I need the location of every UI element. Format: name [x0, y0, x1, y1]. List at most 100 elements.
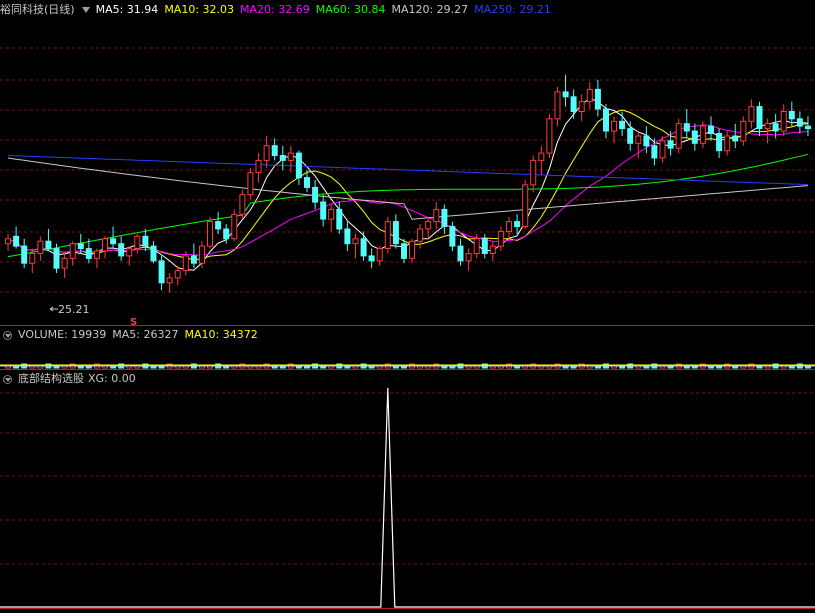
candle-body [312, 186, 319, 203]
candle-body [142, 235, 149, 247]
candle-body [805, 125, 811, 130]
candle-body [659, 140, 666, 159]
candle-body [796, 118, 803, 127]
annotations: 25.21 S [49, 303, 137, 328]
candle-body [772, 123, 779, 132]
candle-body [570, 96, 577, 113]
candle-body [352, 238, 359, 245]
candle-body [360, 238, 367, 257]
candle-body [287, 152, 294, 161]
ma120-line [7, 157, 809, 220]
low-price-label: 25.21 [58, 303, 90, 316]
candle-body [449, 226, 456, 247]
candle-body [441, 208, 448, 227]
candle-body [239, 194, 246, 215]
xg-signal [0, 387, 815, 608]
candlesticks [5, 74, 811, 293]
candle-body [724, 135, 731, 152]
candle-body [263, 145, 270, 161]
candle-body [667, 140, 674, 149]
candle-body [627, 128, 634, 144]
candle-body [158, 260, 165, 284]
candle-body [215, 221, 222, 230]
candle-body [651, 145, 658, 159]
candle-body [619, 120, 626, 130]
candle-body [401, 243, 407, 259]
candle-body [328, 208, 335, 220]
candle-body [732, 135, 739, 142]
candle-body [780, 111, 787, 132]
candle-body [691, 130, 698, 144]
candle-body [279, 155, 286, 161]
candle-body [522, 184, 529, 227]
candle-body [716, 133, 723, 152]
candle-body [546, 118, 553, 154]
candle-body [255, 159, 262, 174]
candle-body [223, 228, 230, 240]
candle-body [562, 91, 569, 98]
candle-body [425, 221, 432, 230]
candle-body [118, 243, 125, 257]
ma10-line [7, 109, 809, 261]
candle-body [53, 248, 60, 269]
candle-body [538, 152, 545, 161]
candle-body [611, 120, 617, 132]
candle-body [344, 228, 351, 245]
candle-body [77, 243, 84, 250]
stock-chart[interactable]: 25.21 S [0, 0, 815, 613]
candle-body [102, 238, 108, 252]
candle-body [37, 240, 44, 254]
candle-body [134, 235, 141, 250]
candle-body [756, 106, 763, 130]
candle-body [29, 253, 36, 264]
candle-body [530, 159, 537, 186]
candle-body [5, 238, 11, 245]
candle-body [578, 101, 585, 112]
candle-body [295, 152, 302, 179]
candle-body [554, 91, 561, 120]
candle-body [748, 106, 755, 122]
candle-body [506, 221, 512, 232]
candle-body [45, 240, 52, 249]
candle-body [788, 111, 795, 120]
candle-body [13, 235, 20, 247]
candle-body [392, 221, 399, 245]
candle-body [304, 177, 310, 188]
candle-body [489, 245, 496, 254]
candle-body [699, 125, 706, 144]
candle-body [594, 88, 601, 110]
candle-body [85, 248, 92, 259]
sell-signal-marker: S [130, 317, 137, 328]
candle-body [635, 135, 642, 144]
candle-body [69, 243, 76, 259]
candle-body [514, 221, 521, 228]
candle-body [247, 172, 254, 196]
candle-body [481, 238, 488, 255]
candle-body [384, 221, 391, 250]
candle-body [231, 213, 238, 240]
candle-body [675, 123, 682, 149]
candle-body [740, 120, 747, 142]
candle-body [190, 255, 197, 264]
candle-body [207, 221, 213, 247]
candle-body [61, 257, 68, 269]
candle-body [708, 125, 714, 134]
candle-body [764, 123, 771, 130]
candle-body [368, 255, 375, 262]
xg-line [0, 387, 815, 608]
candle-body [473, 238, 480, 255]
candle-body [409, 240, 415, 259]
candle-body [586, 88, 593, 103]
candle-body [417, 228, 424, 242]
volume-bars [0, 363, 815, 369]
candle-body [376, 248, 383, 262]
candle-body [150, 245, 157, 262]
candle-body [166, 277, 173, 284]
candle-body [465, 253, 472, 262]
candle-body [336, 208, 343, 230]
candle-body [497, 230, 504, 247]
candle-body [320, 201, 327, 220]
candle-body [433, 208, 440, 223]
candle-body [110, 238, 117, 245]
candle-body [21, 245, 28, 264]
